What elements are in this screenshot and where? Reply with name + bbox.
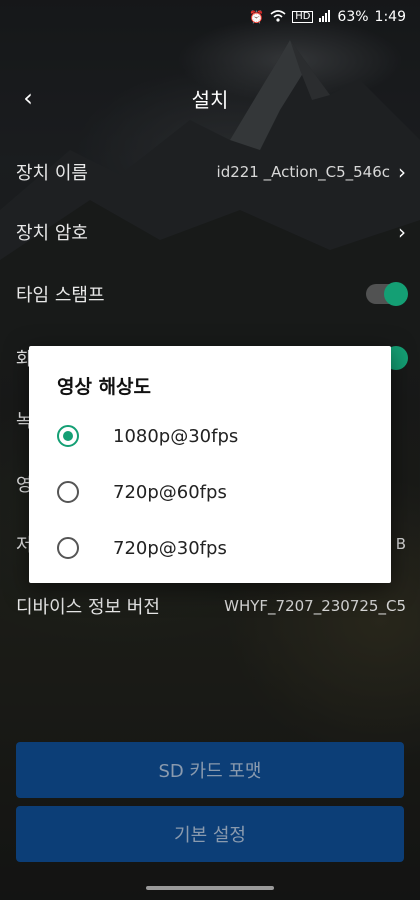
device-password-row[interactable]: 장치 암호 ›: [16, 210, 406, 254]
radio-unselected-icon: [57, 481, 79, 503]
wifi-icon: [270, 10, 286, 24]
resolution-option-720p30[interactable]: 720p@30fps: [57, 528, 377, 568]
chevron-right-icon: ›: [398, 160, 406, 184]
option-label: 720p@30fps: [113, 537, 227, 559]
clock: 1:49: [374, 9, 406, 25]
timestamp-toggle[interactable]: [366, 282, 408, 306]
device-info-value: WHYF_7207_230725_C5: [224, 597, 406, 615]
timestamp-row: 타임 스탬프: [16, 272, 408, 316]
signal-icon: [319, 10, 331, 24]
option-label: 1080p@30fps: [113, 425, 239, 447]
device-password-label: 장치 암호: [16, 223, 88, 244]
option-label: 720p@60fps: [113, 481, 227, 503]
device-name-value: id221 _Action_C5_546c: [216, 163, 390, 181]
battery-percent: 63%: [337, 9, 369, 25]
sd-format-button[interactable]: SD 카드 포맷: [16, 742, 404, 798]
alarm-icon: ⏰: [249, 10, 265, 24]
home-indicator[interactable]: [146, 886, 274, 890]
device-info-row: 디바이스 정보 버전 WHYF_7207_230725_C5: [16, 584, 406, 628]
radio-unselected-icon: [57, 537, 79, 559]
device-name-row[interactable]: 장치 이름 id221 _Action_C5_546c ›: [16, 150, 406, 194]
header: ‹ 설치: [0, 78, 420, 118]
dialog-title: 영상 해상도: [57, 376, 152, 398]
resolution-option-1080p30[interactable]: 1080p@30fps: [57, 416, 377, 456]
setting-row-7-value: B: [395, 535, 406, 553]
timestamp-label: 타임 스탬프: [16, 285, 105, 306]
device-info-label: 디바이스 정보 버전: [16, 597, 160, 618]
device-name-label: 장치 이름: [16, 163, 88, 184]
resolution-option-720p60[interactable]: 720p@60fps: [57, 472, 377, 512]
default-settings-button[interactable]: 기본 설정: [16, 806, 404, 862]
hd-icon: HD: [292, 11, 314, 23]
chevron-right-icon: ›: [398, 220, 406, 244]
resolution-dialog: 영상 해상도 1080p@30fps 720p@60fps 720p@30fps: [29, 346, 391, 583]
radio-selected-icon: [57, 425, 79, 447]
page-title: 설치: [191, 88, 229, 112]
status-bar: ⏰ HD 63% 1:49: [0, 0, 420, 34]
